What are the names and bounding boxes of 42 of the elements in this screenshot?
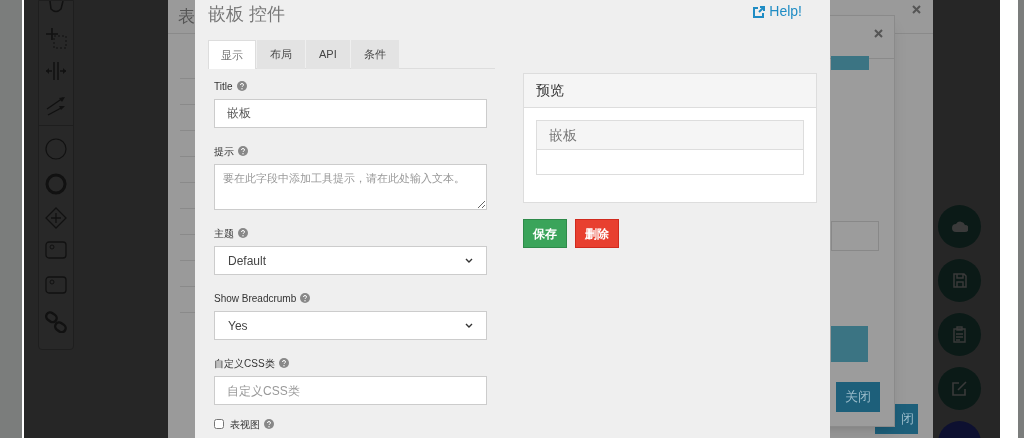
connect-arrows-icon[interactable] xyxy=(45,95,67,117)
field-label: 自定义CSS类 xyxy=(214,356,275,371)
thick-circle-icon[interactable] xyxy=(45,173,67,195)
close-icon[interactable] xyxy=(874,29,883,38)
tab[interactable]: API xyxy=(306,40,350,69)
user-task-icon[interactable] xyxy=(45,241,67,259)
dropdown[interactable]: Default xyxy=(214,246,487,275)
help-icon xyxy=(238,146,248,156)
help-icon xyxy=(238,228,248,238)
field-label: 表视图 xyxy=(230,417,260,432)
panel-heading: 嵌板 xyxy=(537,121,803,150)
chevron-down-icon xyxy=(465,258,473,263)
text-area[interactable]: 要在此字段中添加工具提示，请在此处输入文本。 xyxy=(214,164,487,210)
dropdown[interactable]: Yes xyxy=(214,311,487,340)
help-icon xyxy=(278,358,289,368)
service-task-icon[interactable] xyxy=(45,276,67,294)
field-label: 提示 xyxy=(214,144,234,159)
external-link-icon xyxy=(753,5,766,18)
edit-icon xyxy=(952,381,967,396)
circle-icon[interactable] xyxy=(45,138,67,160)
tab[interactable]: 显示 xyxy=(208,40,256,69)
panel-title: 预览 xyxy=(524,74,816,108)
delete-button[interactable]: 删除 xyxy=(575,219,619,248)
dialog-title: 表 xyxy=(178,5,195,28)
close-icon[interactable] xyxy=(912,5,921,14)
help-icon xyxy=(264,419,274,429)
checkbox[interactable] xyxy=(214,419,224,429)
field-label: Show Breadcrumb xyxy=(214,291,297,306)
field-label: Title xyxy=(214,79,233,94)
text-field[interactable]: 自定义CSS类 xyxy=(214,376,487,405)
help-icon xyxy=(300,293,311,303)
tab[interactable]: 布局 xyxy=(257,40,305,69)
cloud-upload-icon xyxy=(951,221,968,232)
close-button[interactable]: 关闭 xyxy=(836,382,880,412)
text-field[interactable]: 嵌板 xyxy=(214,99,487,128)
dialog-title: 嵌板 控件 xyxy=(208,3,285,26)
clipboard-icon xyxy=(953,326,966,343)
link-icon[interactable] xyxy=(45,311,67,333)
tab[interactable]: 条件 xyxy=(350,40,399,69)
help-icon xyxy=(236,81,247,91)
chevron-down-icon xyxy=(465,323,473,328)
field-label: 主题 xyxy=(214,226,234,241)
